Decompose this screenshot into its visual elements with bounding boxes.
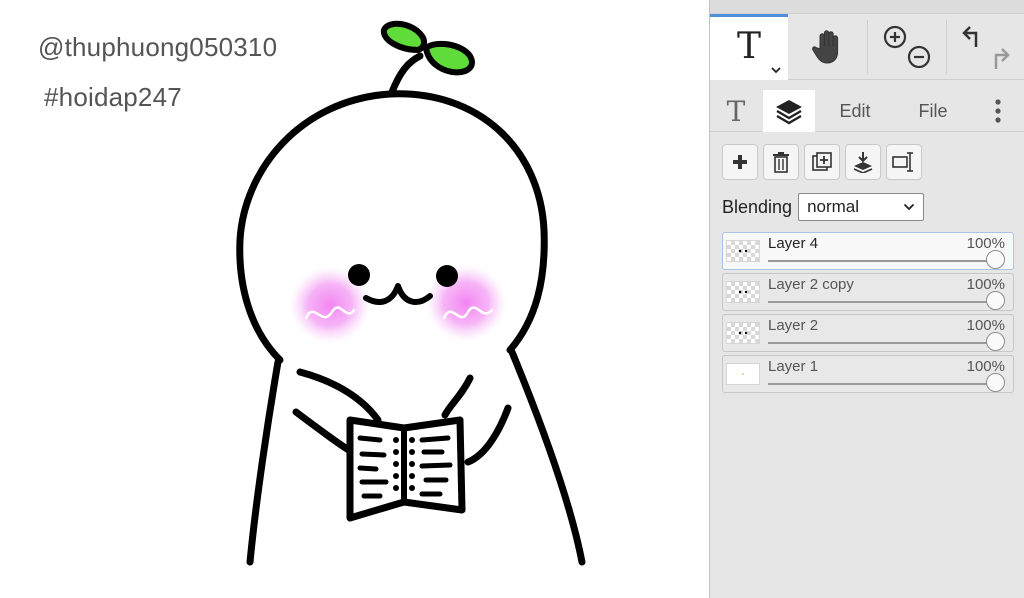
- trash-icon: [773, 152, 789, 173]
- layer-thumbnail: [726, 281, 760, 303]
- layer-name: Layer 2 copy: [768, 276, 854, 293]
- layer-row[interactable]: Layer 1 100%: [722, 355, 1014, 393]
- layer-thumbnail: [726, 240, 760, 262]
- layer-thumbnail: [726, 322, 760, 344]
- character-illustration: [236, 20, 586, 566]
- layer-opacity: 100%: [966, 235, 1005, 252]
- sprout: [380, 20, 475, 96]
- layer-row[interactable]: Layer 2 100%: [722, 314, 1014, 352]
- opacity-slider-handle[interactable]: [986, 250, 1005, 269]
- merge-down-icon: [853, 152, 873, 173]
- layer-name: Layer 2: [768, 317, 819, 334]
- layer-actions-toolbar: [722, 144, 922, 180]
- tool-toolbar: T: [710, 14, 1024, 80]
- delete-layer-button[interactable]: [763, 144, 799, 180]
- opacity-slider-track[interactable]: [768, 260, 995, 262]
- redo-icon[interactable]: [994, 48, 1010, 69]
- layer-opacity: 100%: [966, 276, 1005, 293]
- tab-layers[interactable]: [763, 90, 815, 132]
- duplicate-icon: [812, 152, 832, 171]
- undo-redo-group: [947, 14, 1024, 80]
- zoom-tool-group: [868, 14, 946, 80]
- layer-row[interactable]: Layer 4 100%: [722, 232, 1014, 270]
- plus-icon: [733, 155, 747, 169]
- text-tool-icon: T: [736, 26, 761, 67]
- opacity-slider-handle[interactable]: [986, 332, 1005, 351]
- blending-label: Blending: [722, 196, 793, 217]
- hand-tool-button[interactable]: [789, 14, 867, 80]
- hand-icon: [812, 30, 839, 64]
- layer-name: Layer 1: [768, 358, 819, 375]
- opacity-slider-handle[interactable]: [986, 373, 1005, 392]
- layer-name: Layer 4: [768, 235, 819, 252]
- more-menu-button[interactable]: [980, 90, 1016, 132]
- text-tool-button[interactable]: T: [710, 14, 788, 80]
- mouth: [363, 283, 433, 305]
- undo-icon[interactable]: [962, 26, 978, 47]
- chevron-down-icon[interactable]: [770, 65, 782, 75]
- panel-top-strip: [710, 0, 1024, 14]
- text-box-icon: [892, 152, 913, 172]
- tab-file[interactable]: File: [898, 90, 968, 132]
- opacity-slider-track[interactable]: [768, 383, 995, 385]
- chevron-down-icon: [903, 203, 915, 211]
- layer-thumbnail: [726, 363, 760, 385]
- layer-opacity: 100%: [966, 317, 1005, 334]
- kebab-menu-icon: [995, 99, 1001, 123]
- merge-down-button[interactable]: [845, 144, 881, 180]
- left-eye: [348, 264, 370, 286]
- layer-list: Layer 4 100% Layer 2 copy 100% Layer 2 1…: [722, 232, 1014, 396]
- add-layer-button[interactable]: [722, 144, 758, 180]
- layer-properties-button[interactable]: [886, 144, 922, 180]
- opacity-slider-handle[interactable]: [986, 291, 1005, 310]
- blending-row: Blending normal: [722, 192, 925, 222]
- tab-edit[interactable]: Edit: [820, 90, 890, 132]
- zoom-out-icon[interactable]: [907, 45, 931, 69]
- drawing-canvas[interactable]: @thuphuong050310 #hoidap247: [0, 0, 709, 598]
- opacity-slider-track[interactable]: [768, 301, 995, 303]
- right-eye: [436, 265, 458, 287]
- duplicate-layer-button[interactable]: [804, 144, 840, 180]
- panel-tabs: T Edit File: [710, 90, 1024, 132]
- book: [346, 416, 466, 522]
- zoom-in-icon[interactable]: [883, 25, 907, 49]
- opacity-slider-track[interactable]: [768, 342, 995, 344]
- layers-icon: [776, 100, 802, 125]
- blending-value: normal: [807, 197, 860, 216]
- tab-text[interactable]: T: [710, 90, 762, 132]
- layer-row[interactable]: Layer 2 copy 100%: [722, 273, 1014, 311]
- layer-opacity: 100%: [966, 358, 1005, 375]
- text-icon: T: [726, 94, 746, 128]
- blending-select[interactable]: normal: [798, 193, 925, 221]
- side-panel: T T Edit File Blending normal Layer 4 10…: [709, 0, 1024, 598]
